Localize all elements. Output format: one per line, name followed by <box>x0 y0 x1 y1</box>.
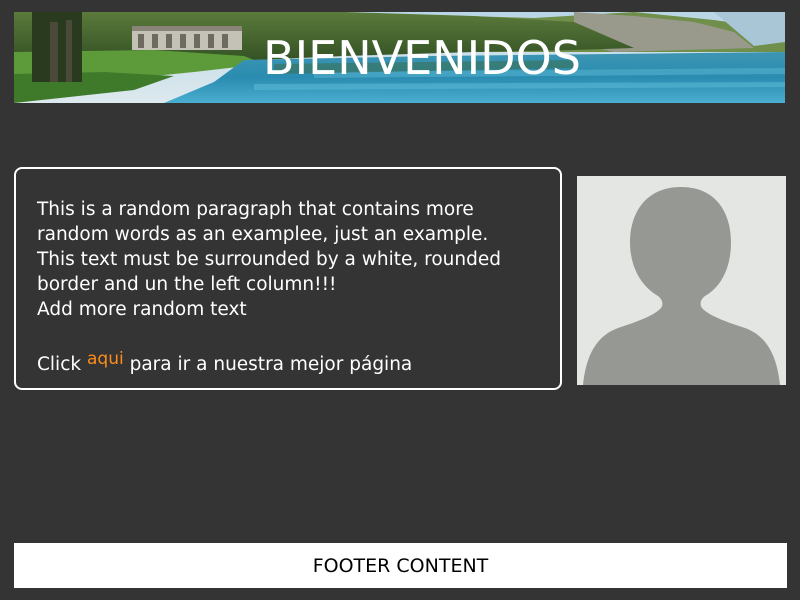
extra-text-line: Add more random text <box>37 299 247 320</box>
paragraph-line: random words as an examplee, just an exa… <box>37 224 489 245</box>
avatar <box>577 176 786 385</box>
paragraph-line: This text must be surrounded by a white,… <box>37 249 501 270</box>
user-silhouette-icon <box>577 176 786 385</box>
header-banner: BIENVENIDOS <box>14 12 785 103</box>
aqui-link[interactable]: aqui <box>87 349 124 369</box>
click-prefix: Click <box>37 354 82 375</box>
click-line: Click aqui para ir a nuestra mejor págin… <box>37 347 544 377</box>
click-suffix: para ir a nuestra mejor página <box>129 354 413 375</box>
page: BIENVENIDOS This is a random paragraph t… <box>0 0 800 600</box>
paragraph-line: border and un the left column!!! <box>37 274 337 295</box>
paragraph-line: This is a random paragraph that contains… <box>37 199 474 220</box>
random-paragraph: This is a random paragraph that contains… <box>37 197 544 322</box>
page-title: BIENVENIDOS <box>263 31 581 85</box>
left-column-content-box: This is a random paragraph that contains… <box>14 167 562 390</box>
footer: FOOTER CONTENT <box>14 543 787 588</box>
